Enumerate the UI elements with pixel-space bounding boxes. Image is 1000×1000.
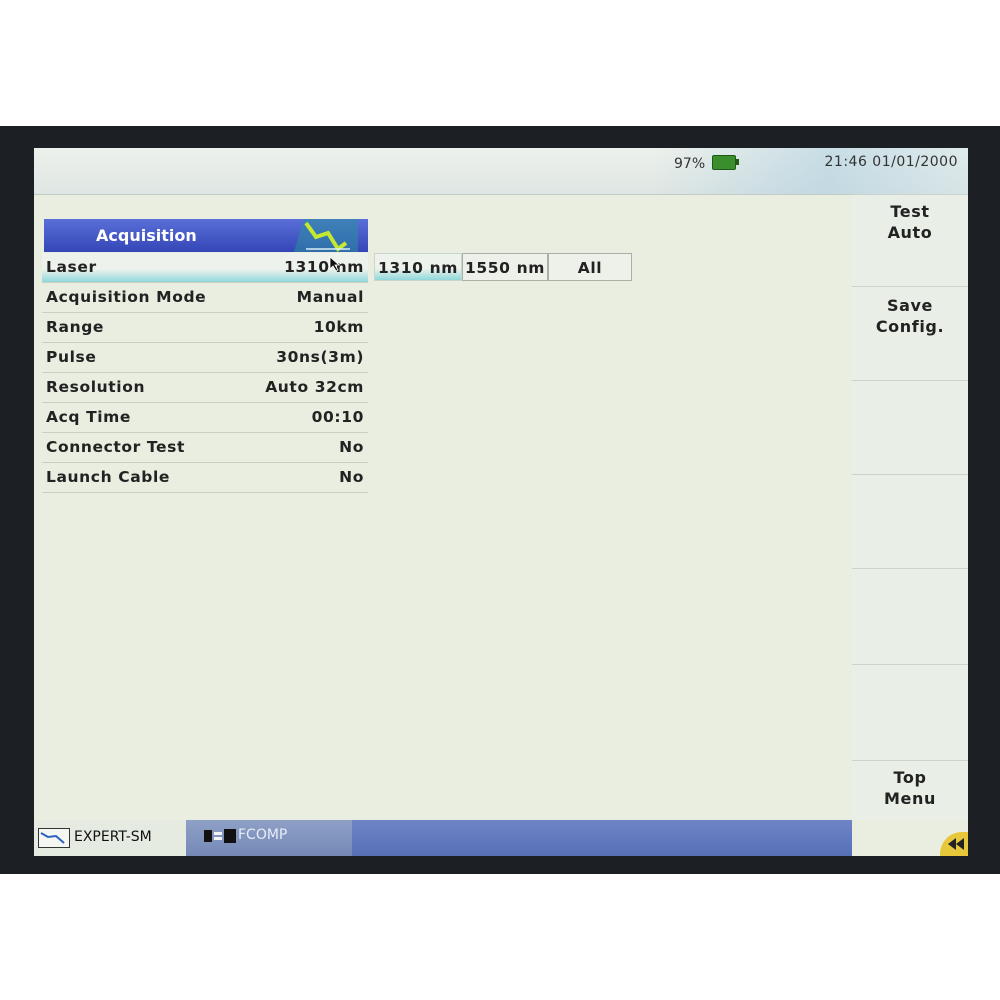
softkey-empty-5[interactable] [852, 568, 968, 665]
softkey-label: Top [893, 768, 927, 787]
param-value: 10km [313, 318, 364, 336]
param-row-acq-time[interactable]: Acq Time 00:10 [42, 403, 368, 433]
task-expert-label: EXPERT-SM [74, 829, 152, 845]
softkey-label: Test [890, 202, 930, 221]
task-fcomp[interactable]: FCOMP [186, 820, 352, 856]
acquisition-title: Acquisition [96, 226, 197, 245]
param-label: Connector Test [46, 438, 185, 456]
acquisition-header: Acquisition [44, 219, 368, 252]
param-row-pulse[interactable]: Pulse 30ns(3m) [42, 343, 368, 373]
laser-option-all[interactable]: All [548, 253, 632, 281]
param-label: Pulse [46, 348, 97, 366]
param-row-connector-test[interactable]: Connector Test No [42, 433, 368, 463]
param-row-launch-cable[interactable]: Launch Cable No [42, 463, 368, 493]
device-screen: 97% 21:46 01/01/2000 Acquisition Laser 1… [34, 148, 968, 856]
param-row-acquisition-mode[interactable]: Acquisition Mode Manual [42, 283, 368, 313]
fiber-connector-icon [204, 829, 236, 843]
param-label: Launch Cable [46, 468, 170, 486]
mouse-pointer-icon [329, 256, 341, 272]
param-row-resolution[interactable]: Resolution Auto 32cm [42, 373, 368, 403]
clock: 21:46 01/01/2000 [824, 154, 958, 170]
softkey-label: Save [886, 296, 933, 315]
softkey-test-auto[interactable]: Test Auto [852, 194, 968, 286]
param-label: Acquisition Mode [46, 288, 207, 306]
param-value: 00:10 [311, 408, 364, 426]
task-expert-sm[interactable]: EXPERT-SM [34, 820, 186, 856]
task-fcomp-label: FCOMP [238, 827, 288, 843]
softkey-empty-6[interactable] [852, 664, 968, 761]
taskbar-fill [352, 820, 852, 856]
param-value: 1310 nm [284, 258, 364, 276]
battery-icon [712, 155, 739, 170]
otdr-trace-icon [294, 219, 358, 252]
param-label: Acq Time [46, 408, 132, 426]
param-value: No [339, 438, 364, 456]
param-value: Auto 32cm [265, 378, 364, 396]
param-value: 30ns(3m) [276, 348, 364, 366]
otdr-trace-icon [38, 828, 70, 848]
softkey-empty-3[interactable] [852, 380, 968, 475]
softkey-label: Auto [887, 223, 933, 242]
param-value: No [339, 468, 364, 486]
param-label: Laser [46, 258, 97, 276]
laser-option-1310[interactable]: 1310 nm [374, 253, 462, 281]
param-row-laser[interactable]: Laser 1310 nm [42, 253, 368, 283]
softkey-empty-4[interactable] [852, 474, 968, 569]
softkey-save-config[interactable]: Save Config. [852, 286, 968, 380]
status-bar: 97% 21:46 01/01/2000 [34, 148, 968, 195]
param-row-range[interactable]: Range 10km [42, 313, 368, 343]
taskbar: EXPERT-SM FCOMP [34, 820, 968, 856]
laser-option-1550[interactable]: 1550 nm [462, 253, 548, 281]
param-label: Resolution [46, 378, 146, 396]
battery-level: 97% [674, 156, 706, 172]
softkey-label: Config. [875, 317, 945, 336]
back-arrows-icon [948, 838, 964, 850]
softkey-label: Menu [884, 789, 936, 808]
param-value: Manual [296, 288, 364, 306]
param-label: Range [46, 318, 105, 336]
softkey-top-menu[interactable]: Top Menu [852, 760, 968, 820]
